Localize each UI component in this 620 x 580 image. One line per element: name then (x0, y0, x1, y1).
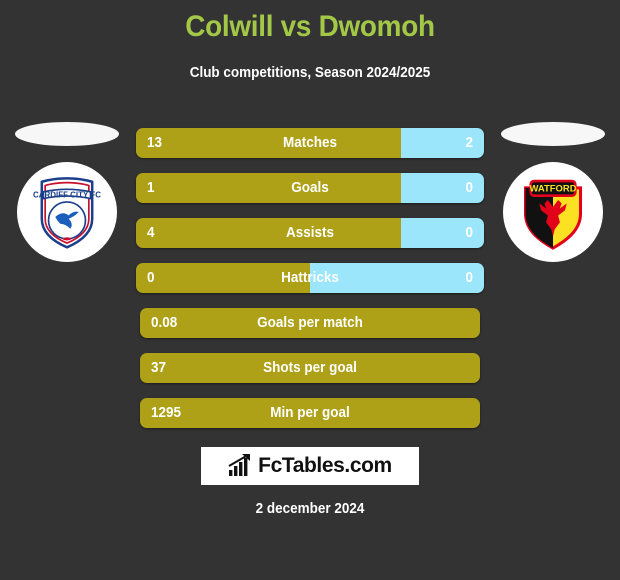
report-date: 2 december 2024 (255, 501, 365, 517)
fctables-brand[interactable]: FcTables.com (201, 447, 419, 485)
stat-row: 13 Matches 2 (0, 128, 620, 158)
bar-chart-arrow-icon (228, 454, 251, 476)
stat-away-value: 0 (465, 225, 473, 241)
stat-label: Min per goal (270, 405, 350, 421)
stat-label: Shots per goal (263, 360, 357, 376)
stat-row: 37 Shots per goal (0, 353, 620, 383)
stats-list: 13 Matches 2 1 Goals 0 4 Assists 0 0 Hattricks 0 0.0… (0, 128, 620, 443)
stat-away-value: 2 (465, 135, 473, 151)
stat-row: 4 Assists 0 (0, 218, 620, 248)
stat-row: 0.08 Goals per match (0, 308, 620, 338)
stat-row: 0 Hattricks 0 (0, 263, 620, 293)
page-header: Colwill vs Dwomoh Club competitions, Sea… (0, 0, 620, 81)
stat-row: 1295 Min per goal (0, 398, 620, 428)
stat-row: 1 Goals 0 (0, 173, 620, 203)
stat-label: Goals per match (257, 315, 363, 331)
page-title: Colwill vs Dwomoh (185, 10, 435, 43)
stat-away-value: 0 (465, 180, 473, 196)
stat-away-value: 0 (465, 270, 473, 286)
page-subtitle: Club competitions, Season 2024/2025 (189, 64, 431, 81)
fctables-label: FcTables.com (258, 454, 392, 477)
